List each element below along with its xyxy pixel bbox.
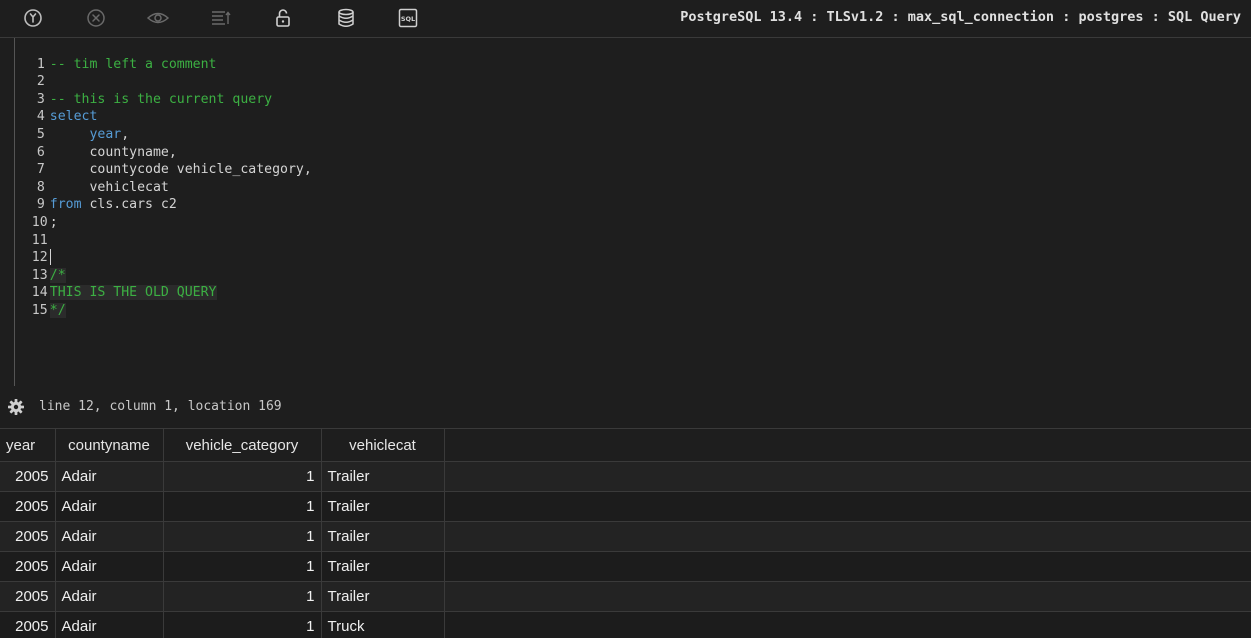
table-row[interactable]: 2005 Adair 1 Trailer — [0, 552, 1251, 582]
cell-vehicle-category[interactable]: 1 — [163, 582, 321, 612]
header-row: year countyname vehicle_category vehicle… — [0, 429, 1251, 462]
code-line: 1-- tim left a comment — [0, 38, 217, 56]
row-filler — [444, 522, 1251, 552]
cancel-icon[interactable] — [84, 7, 108, 29]
execute-icon[interactable] — [21, 7, 45, 29]
code-line: 3-- this is the current query — [0, 73, 272, 91]
cell-vehicle-category[interactable]: 1 — [163, 552, 321, 582]
row-filler — [444, 462, 1251, 492]
cell-year[interactable]: 2005 — [0, 492, 55, 522]
row-filler — [444, 552, 1251, 582]
cell-vehiclecat[interactable]: Trailer — [321, 582, 444, 612]
cell-year[interactable]: 2005 — [0, 462, 55, 492]
cell-countyname[interactable]: Adair — [55, 522, 163, 552]
row-filler — [444, 612, 1251, 638]
column-header-year[interactable]: year — [0, 429, 55, 462]
cursor-position: line 12, column 1, location 169 — [39, 399, 282, 414]
gear-icon[interactable] — [7, 398, 25, 416]
code-line: 14THIS IS THE OLD QUERY — [0, 267, 217, 285]
code-line: 13/* — [0, 249, 66, 267]
results-grid: year countyname vehicle_category vehicle… — [0, 428, 1251, 638]
table-row[interactable]: 2005 Adair 1 Trailer — [0, 462, 1251, 492]
table-row[interactable]: 2005 Adair 1 Trailer — [0, 492, 1251, 522]
cell-vehiclecat[interactable]: Truck — [321, 612, 444, 638]
code-line: 6 countyname, — [0, 126, 177, 144]
table-row[interactable]: 2005 Adair 1 Truck — [0, 612, 1251, 638]
cell-vehiclecat[interactable]: Trailer — [321, 492, 444, 522]
cell-countyname[interactable]: Adair — [55, 552, 163, 582]
code-line: 10; — [0, 196, 58, 214]
code-line: 11 — [0, 214, 50, 232]
cell-year[interactable]: 2005 — [0, 582, 55, 612]
column-header-vehiclecat[interactable]: vehiclecat — [321, 429, 444, 462]
column-header-vehicle-category[interactable]: vehicle_category — [163, 429, 321, 462]
header-filler — [444, 429, 1251, 462]
connection-info: PostgreSQL 13.4 : TLSv1.2 : max_sql_conn… — [680, 9, 1241, 25]
status-bar: line 12, column 1, location 169 — [0, 396, 1251, 420]
code-line: 2 — [0, 56, 50, 74]
code-line: 5 year, — [0, 108, 129, 126]
cell-vehiclecat[interactable]: Trailer — [321, 552, 444, 582]
cell-year[interactable]: 2005 — [0, 522, 55, 552]
cell-countyname[interactable]: Adair — [55, 612, 163, 638]
code-line: 12 — [0, 232, 51, 250]
cell-countyname[interactable]: Adair — [55, 582, 163, 612]
code-line: 8 vehiclecat — [0, 161, 169, 179]
code-text: */ — [50, 303, 66, 318]
code-text: -- tim left a comment — [50, 57, 217, 72]
sql-editor[interactable]: 1-- tim left a comment 2 3-- this is the… — [0, 38, 1251, 386]
eye-icon[interactable] — [146, 7, 170, 29]
code-text: cls.cars c2 — [82, 197, 177, 212]
row-filler — [444, 492, 1251, 522]
table-row[interactable]: 2005 Adair 1 Trailer — [0, 522, 1251, 552]
format-icon[interactable] — [209, 7, 233, 29]
cell-year[interactable]: 2005 — [0, 612, 55, 638]
unlock-icon[interactable] — [271, 7, 295, 29]
results-table: year countyname vehicle_category vehicle… — [0, 429, 1251, 638]
cell-vehicle-category[interactable]: 1 — [163, 612, 321, 638]
table-row[interactable]: 2005 Adair 1 Trailer — [0, 582, 1251, 612]
line-number: 15 — [32, 302, 45, 320]
cell-vehiclecat[interactable]: Trailer — [321, 462, 444, 492]
column-header-countyname[interactable]: countyname — [55, 429, 163, 462]
toolbar: SQL PostgreSQL 13.4 : TLSv1.2 : max_sql_… — [0, 0, 1251, 38]
cell-countyname[interactable]: Adair — [55, 462, 163, 492]
cell-countyname[interactable]: Adair — [55, 492, 163, 522]
cell-vehicle-category[interactable]: 1 — [163, 462, 321, 492]
cell-vehiclecat[interactable]: Trailer — [321, 522, 444, 552]
svg-text:SQL: SQL — [401, 15, 415, 23]
cell-year[interactable]: 2005 — [0, 552, 55, 582]
sql-icon[interactable]: SQL — [396, 7, 420, 29]
code-line: 15*/ — [0, 284, 66, 302]
code-text: THIS IS THE OLD QUERY — [50, 285, 217, 300]
code-line: 9from cls.cars c2 — [0, 179, 177, 197]
code-text: ; — [50, 215, 58, 230]
cell-vehicle-category[interactable]: 1 — [163, 522, 321, 552]
code-line: 4select — [0, 91, 97, 109]
code-line: 7 countycode vehicle_category, — [0, 144, 312, 162]
row-filler — [444, 582, 1251, 612]
database-icon[interactable] — [334, 7, 358, 29]
cell-vehicle-category[interactable]: 1 — [163, 492, 321, 522]
